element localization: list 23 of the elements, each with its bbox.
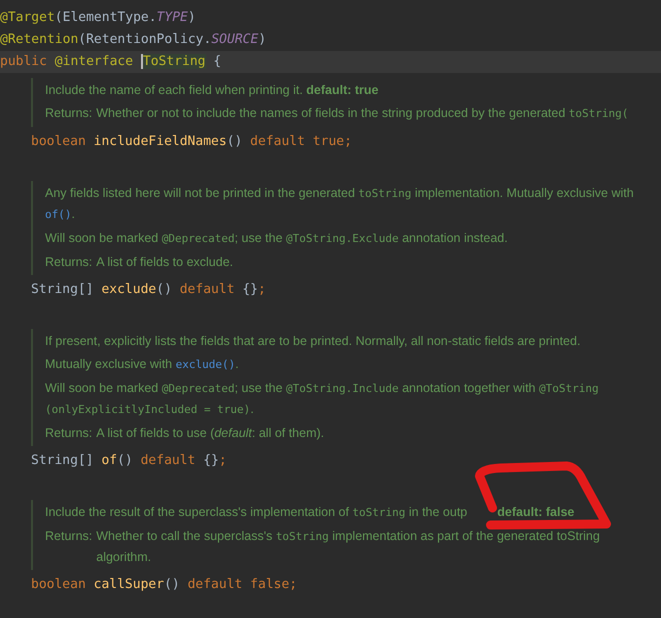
- code-line: String[] exclude() default {};: [30, 281, 267, 299]
- doc-label: Returns:: [45, 105, 92, 122]
- doc-text: Mutually exclusive with exclude().: [45, 356, 239, 373]
- doc-text: Any fields listed here will not be printed in the generated toString implementation. Mutually exclusive with of().: [45, 185, 634, 223]
- doc-text: Whether or not to include the names of fields in the string produced by the generated toString(: [96, 105, 628, 122]
- doc-text: Include the result of the superclass's implementation of toString in the outp default: false: [45, 504, 574, 521]
- code-line: boolean includeFieldNames() default true;: [30, 133, 353, 151]
- doc-text: A list of fields to exclude.: [96, 254, 234, 271]
- doc-label: Returns:: [45, 528, 92, 545]
- doc-text: Will soon be marked @Deprecated; use the @ToString.Include annotation together with @ToString (onlyExplicitlyIncluded = true).: [45, 380, 599, 418]
- doc-label: Returns:: [45, 425, 92, 442]
- doc-text: Whether to call the superclass's toString implementation as part of the generated toString algorithm.: [96, 528, 600, 566]
- doc-text: If present, explicitly lists the fields that are to be printed. Normally, all non-static fields are printed.: [45, 333, 580, 350]
- code-line: @Target(ElementType.TYPE): [0, 9, 197, 27]
- doc-link[interactable]: of(): [45, 208, 72, 221]
- doc-label: Returns:: [45, 254, 92, 271]
- code-line: String[] of() default {};: [30, 452, 228, 470]
- doc-text: Will soon be marked @Deprecated; use the @ToString.Exclude annotation instead.: [45, 230, 508, 247]
- doc-text: Include the name of each field when printing it. default: true: [45, 82, 379, 99]
- code-line: boolean callSuper() default false;: [30, 576, 298, 594]
- code-line: @Retention(RetentionPolicy.SOURCE): [0, 31, 268, 49]
- doc-text: A list of fields to use (default: all of them).: [96, 425, 324, 442]
- doc-link[interactable]: exclude(): [176, 358, 236, 371]
